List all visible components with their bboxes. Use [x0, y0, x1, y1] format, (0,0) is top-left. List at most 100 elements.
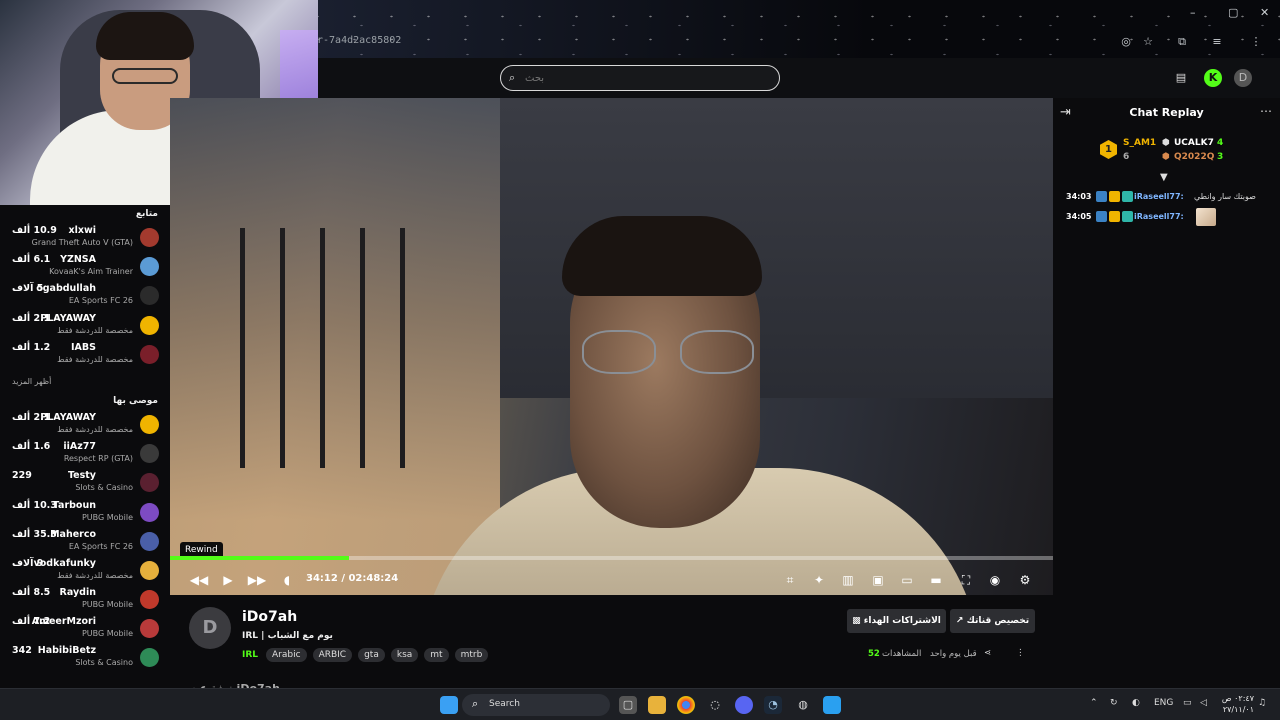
- chat-panel: ⇥ Chat Replay ⋯ 1 S_AM1 6 ⬢ UCALK7 4 ⬢ Q…: [1053, 98, 1280, 688]
- search-input[interactable]: [525, 70, 765, 86]
- media-icon[interactable]: ≡: [1210, 35, 1224, 49]
- tag-chip[interactable]: mtrb: [454, 648, 489, 662]
- fullscreen-icon[interactable]: ⛶: [956, 571, 976, 589]
- expand-pinned-icon[interactable]: ▼: [1160, 172, 1168, 183]
- progress-bar[interactable]: [170, 556, 1053, 560]
- forward-icon[interactable]: ▶▶: [247, 571, 267, 589]
- chat-message: 34:03 iRaseell77: صوبتك سار وانطي: [1066, 189, 1276, 207]
- volume-icon[interactable]: ◖: [277, 571, 297, 589]
- app-blue-icon[interactable]: [823, 696, 841, 714]
- rewind-icon[interactable]: ◀◀: [189, 571, 209, 589]
- task-view-icon[interactable]: ▢: [619, 696, 637, 714]
- channel-list-item[interactable]: Raydin 8.5 ألف PUBG Mobile: [0, 585, 170, 614]
- channel-avatar: [140, 228, 159, 247]
- channel-category: EA Sports FC 26: [68, 541, 133, 551]
- start-windows-icon[interactable]: [440, 696, 458, 714]
- language-indicator[interactable]: ENG: [1154, 698, 1173, 708]
- channel-list-item[interactable]: PLAYAWAY 2.1 ألف مخصصة للدردشة فقط: [0, 311, 170, 340]
- url-text: r-7a4d2ac85802: [317, 35, 402, 46]
- network-icon[interactable]: ▭: [1183, 698, 1192, 708]
- notification-bell-icon[interactable]: ♫: [1258, 698, 1266, 708]
- share-icon[interactable]: ⋖: [984, 648, 991, 658]
- channel-name: Maherco: [50, 528, 96, 540]
- tag-chip[interactable]: ARBIC: [312, 648, 353, 662]
- theater-icon[interactable]: ▬: [926, 571, 946, 589]
- clip-crop-icon[interactable]: ⌗: [780, 571, 800, 589]
- play-icon[interactable]: ▶: [218, 571, 238, 589]
- file-explorer-icon[interactable]: [648, 696, 666, 714]
- channel-name: Raydin: [59, 587, 96, 599]
- channel-name: HabibiBetz: [37, 645, 96, 657]
- video-player[interactable]: [170, 98, 1053, 595]
- viewer-count: 8.5 ألف: [12, 587, 51, 599]
- message-user[interactable]: iRaseell77:: [1134, 212, 1184, 221]
- star-icon[interactable]: ☆: [1141, 35, 1155, 49]
- channel-avatar[interactable]: D: [189, 607, 231, 649]
- tag-chip[interactable]: ksa: [390, 648, 419, 662]
- speed-icon[interactable]: ◉: [985, 571, 1005, 589]
- channel-avatar: [140, 590, 159, 610]
- show-more-link[interactable]: أظهر المزيد: [0, 369, 170, 392]
- channel-avatar: [140, 619, 159, 639]
- channel-list-item[interactable]: PLAYAWAY 2.1 ألف مخصصة للدردشة فقط: [0, 410, 170, 439]
- address-bar[interactable]: r-7a4d2ac85802 ◎ ☆ ⧉ ≡ ⋮: [305, 31, 1265, 53]
- cast-icon[interactable]: ▭: [897, 571, 917, 589]
- channel-list-item[interactable]: Maherco 35.3 ألف EA Sports FC 26: [0, 527, 170, 556]
- discord-icon[interactable]: [735, 696, 753, 714]
- channel-list-item[interactable]: YZNSA 6.1 ألف KovaaK's Aim Trainer: [0, 252, 170, 281]
- following-list: xlxwi 10.9 ألف Grand Theft Auto V (GTA) YZN…: [0, 223, 170, 369]
- customize-label: تخصيص قناتك: [966, 616, 1030, 626]
- viewer-count: 2.1 ألف: [12, 312, 51, 324]
- speaker-icon[interactable]: ◁: [1200, 698, 1207, 708]
- tray-sync-icon[interactable]: ↻: [1110, 698, 1118, 708]
- user-avatar[interactable]: D: [1234, 69, 1252, 87]
- browse-icon[interactable]: ▤: [1172, 69, 1190, 87]
- clock[interactable]: ٠٢:٤٧ ص ٢٧/١١/٠١: [1220, 693, 1254, 715]
- tray-chevron-icon[interactable]: ⌃: [1090, 698, 1098, 708]
- tag-chip[interactable]: gta: [358, 648, 385, 662]
- sparkle-icon[interactable]: ✦: [809, 571, 829, 589]
- channel-list-item[interactable]: ogabdullah 5 آلاف EA Sports FC 26: [0, 281, 170, 310]
- channel-list-item[interactable]: Tarboun 10.3 ألف PUBG Mobile: [0, 498, 170, 527]
- search-box[interactable]: ⌕: [500, 65, 780, 91]
- channel-category: Grand Theft Auto V (GTA): [31, 238, 133, 247]
- channel-list-item[interactable]: iiAz77 1.6 ألف Respect RP (GTA): [0, 439, 170, 468]
- kick-logo-icon[interactable]: K: [1204, 69, 1222, 87]
- channel-list-item[interactable]: HabibiBetz 342 Slots & Casino: [0, 643, 170, 672]
- channel-list-item[interactable]: IABS 1.2 ألف مخصصة للدردشة فقط: [0, 340, 170, 369]
- obs-icon[interactable]: ◍: [794, 696, 812, 714]
- tag-chip[interactable]: mt: [424, 648, 449, 662]
- mic-icon[interactable]: ◐: [1132, 698, 1140, 708]
- gift-subs-label: الاشتراكات الهداء: [863, 616, 941, 626]
- chrome-icon[interactable]: [677, 696, 695, 714]
- steam-icon[interactable]: ◔: [764, 696, 782, 714]
- channel-name: Tarboun: [52, 499, 96, 511]
- channel-list-item[interactable]: xlxwi 10.9 ألف Grand Theft Auto V (GTA): [0, 223, 170, 252]
- minimize-icon[interactable]: –: [1190, 6, 1196, 19]
- channel-category: Slots & Casino: [75, 483, 133, 493]
- more-options-icon[interactable]: ⋮: [1016, 648, 1025, 658]
- taskbar-search[interactable]: ⌕ Search: [462, 694, 610, 716]
- channel-list-item[interactable]: vodkafunky 9 آلاف مخصصة للدردشة فقط: [0, 556, 170, 585]
- chat-more-icon[interactable]: ⋯: [1260, 104, 1272, 118]
- viewer-count: 342: [12, 645, 32, 657]
- progress-fill: [170, 556, 350, 560]
- category-link[interactable]: IRL: [242, 650, 258, 660]
- channel-list-item[interactable]: Testy 229 Slots & Casino: [0, 468, 170, 497]
- channel-list-item[interactable]: AmeerMzori 7.2 ألف PUBG Mobile: [0, 614, 170, 643]
- maximize-icon[interactable]: ▢: [1228, 6, 1238, 19]
- pip-icon[interactable]: ▣: [868, 571, 888, 589]
- stats-icon[interactable]: ▥: [838, 571, 858, 589]
- message-user[interactable]: iRaseell77:: [1134, 192, 1184, 201]
- extensions-icon[interactable]: ⧉: [1175, 35, 1189, 49]
- app-ring-icon[interactable]: ◌: [706, 696, 724, 714]
- left-sidebar: متابع xlxwi 10.9 ألف Grand Theft Auto V (G…: [0, 205, 170, 688]
- tag-chip[interactable]: Arabic: [266, 648, 307, 662]
- channel-name[interactable]: iDo7ah: [242, 609, 297, 625]
- menu-icon[interactable]: ⋮: [1249, 35, 1263, 49]
- close-window-icon[interactable]: ✕: [1260, 6, 1269, 19]
- customize-channel-button[interactable]: ↗ تخصيص قناتك: [950, 609, 1035, 633]
- eye-off-icon[interactable]: ◎: [1119, 35, 1133, 49]
- settings-gear-icon[interactable]: ⚙: [1015, 571, 1035, 589]
- gift-subs-button[interactable]: ▩ الاشتراكات الهداء: [847, 609, 946, 633]
